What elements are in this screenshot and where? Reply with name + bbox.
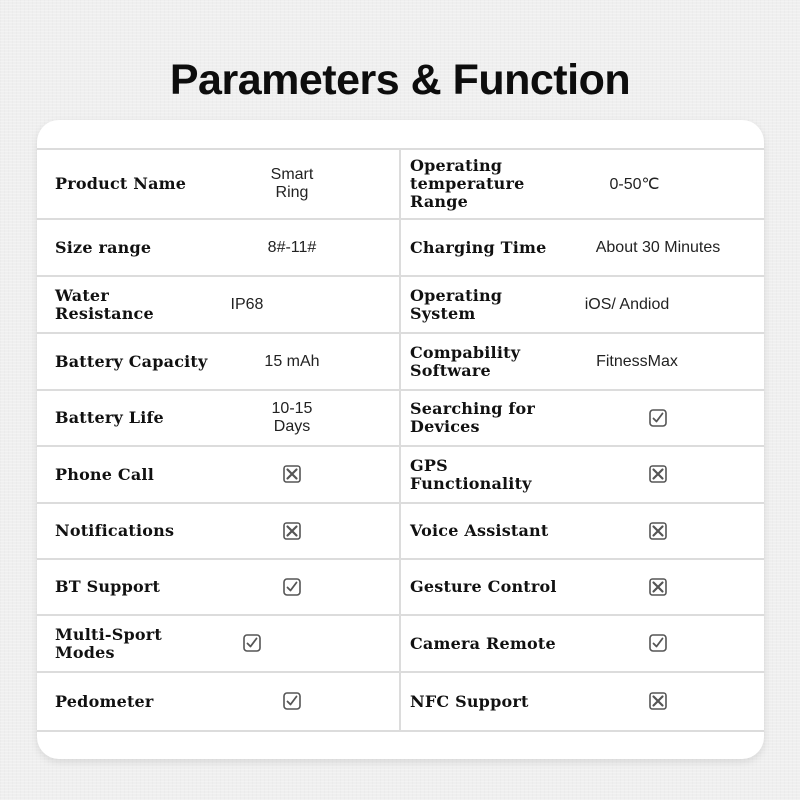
- parameter-value: About 30 Minutes: [595, 238, 721, 256]
- left-cell: Notifications: [37, 504, 401, 558]
- left-cell: Battery Capacity 15 mAh: [37, 334, 401, 389]
- parameter-status: [175, 634, 399, 653]
- parameter-label: BT Support: [55, 577, 161, 596]
- table-row: BT Support Gesture Control: [37, 560, 764, 616]
- crossed-box-icon: [283, 522, 301, 540]
- parameter-label: Operating temperature Range: [410, 156, 525, 211]
- right-cell: Operating temperature Range 0-50℃: [401, 150, 764, 218]
- parameter-value: IP68: [230, 295, 264, 313]
- crossed-box-icon: [283, 465, 301, 484]
- checked-box-icon: [649, 409, 667, 427]
- checked-box-icon: [243, 634, 261, 653]
- left-cell: Product Name Smart Ring: [37, 150, 401, 218]
- parameter-label: Gesture Control: [410, 577, 557, 596]
- parameter-label: Searching for Devices: [410, 399, 535, 436]
- parameter-label: Camera Remote: [410, 633, 556, 653]
- right-cell: Charging Time About 30 Minutes: [401, 220, 764, 275]
- parameter-value: 10-15 Days: [271, 400, 313, 435]
- parameter-label: Size range: [55, 237, 152, 257]
- parameter-status: [572, 465, 764, 484]
- parameter-status: [572, 409, 764, 427]
- checked-box-icon: [283, 692, 301, 711]
- parameter-status: [572, 578, 764, 596]
- left-cell: Pedometer: [37, 673, 401, 730]
- parameter-label: Operating System: [410, 285, 503, 323]
- right-cell: Searching for Devices: [401, 391, 764, 445]
- left-cell: Size range 8#-11#: [37, 220, 401, 275]
- crossed-box-icon: [649, 465, 667, 484]
- parameter-label: Notifications: [55, 521, 175, 540]
- parameter-value: FitnessMax: [596, 352, 678, 370]
- table-row: Battery Capacity 15 mAh Compability Softwa…: [37, 334, 764, 391]
- spec-card: Product Name Smart Ring Operating temperat…: [37, 120, 764, 759]
- right-cell: Compability Software FitnessMax: [401, 334, 764, 389]
- parameter-label: Pedometer: [55, 691, 154, 711]
- crossed-box-icon: [649, 578, 667, 596]
- table-row: Phone Call GPS Functionality: [37, 447, 764, 504]
- parameter-status: [255, 522, 399, 540]
- checked-box-icon: [283, 578, 301, 596]
- parameter-value: 0-50℃: [609, 176, 660, 193]
- right-cell: Camera Remote: [401, 616, 764, 671]
- parameter-value: Smart Ring: [270, 166, 314, 201]
- parameter-status: [572, 522, 764, 540]
- parameter-label: Battery Capacity: [55, 351, 208, 371]
- parameter-value: 15 mAh: [264, 352, 320, 370]
- parameter-value: 8#-11#: [267, 238, 317, 256]
- left-cell: Battery Life 10-15 Days: [37, 391, 401, 445]
- parameter-label: Voice Assistant: [410, 521, 549, 540]
- parameter-label: Water Resistance: [55, 285, 154, 323]
- page-title: Parameters & Function: [169, 56, 631, 104]
- left-cell: Water Resistance IP68: [37, 277, 401, 332]
- parameter-label: Battery Life: [55, 408, 164, 427]
- parameter-status: [572, 692, 764, 711]
- left-cell: Multi-Sport Modes: [37, 616, 401, 671]
- parameter-label: Phone Call: [55, 464, 154, 484]
- left-cell: BT Support: [37, 560, 401, 614]
- parameter-status: [255, 692, 399, 711]
- right-cell: Operating System iOS/ Andiod: [401, 277, 764, 332]
- left-cell: Phone Call: [37, 447, 401, 502]
- checked-box-icon: [649, 634, 667, 653]
- table-row: Water Resistance IP68 Operating System iOS/…: [37, 277, 764, 334]
- parameter-label: NFC Support: [410, 691, 529, 711]
- spec-table: Product Name Smart Ring Operating temperat…: [37, 148, 764, 732]
- parameter-status: [255, 578, 399, 596]
- parameter-status: [572, 634, 764, 653]
- parameter-label: Charging Time: [410, 237, 547, 257]
- parameter-label: Multi-Sport Modes: [55, 624, 162, 662]
- parameter-label: Product Name: [55, 174, 187, 193]
- parameter-value: iOS/ Andiod: [584, 295, 670, 313]
- parameter-label: GPS Functionality: [410, 455, 532, 493]
- right-cell: GPS Functionality: [401, 447, 764, 502]
- parameter-status: [255, 465, 399, 484]
- right-cell: Gesture Control: [401, 560, 764, 614]
- crossed-box-icon: [649, 522, 667, 540]
- table-row: Notifications Voice Assistant: [37, 504, 764, 560]
- table-row: Multi-Sport Modes Camera Remote: [37, 616, 764, 673]
- table-row: Pedometer NFC Support: [37, 673, 764, 732]
- table-row: Size range 8#-11# Charging Time About 30 Mi…: [37, 220, 764, 277]
- right-cell: NFC Support: [401, 673, 764, 730]
- parameter-label: Compability Software: [410, 342, 521, 380]
- crossed-box-icon: [649, 692, 667, 711]
- table-row: Product Name Smart Ring Operating temperat…: [37, 150, 764, 220]
- right-cell: Voice Assistant: [401, 504, 764, 558]
- table-row: Battery Life 10-15 Days Searching for Devi…: [37, 391, 764, 447]
